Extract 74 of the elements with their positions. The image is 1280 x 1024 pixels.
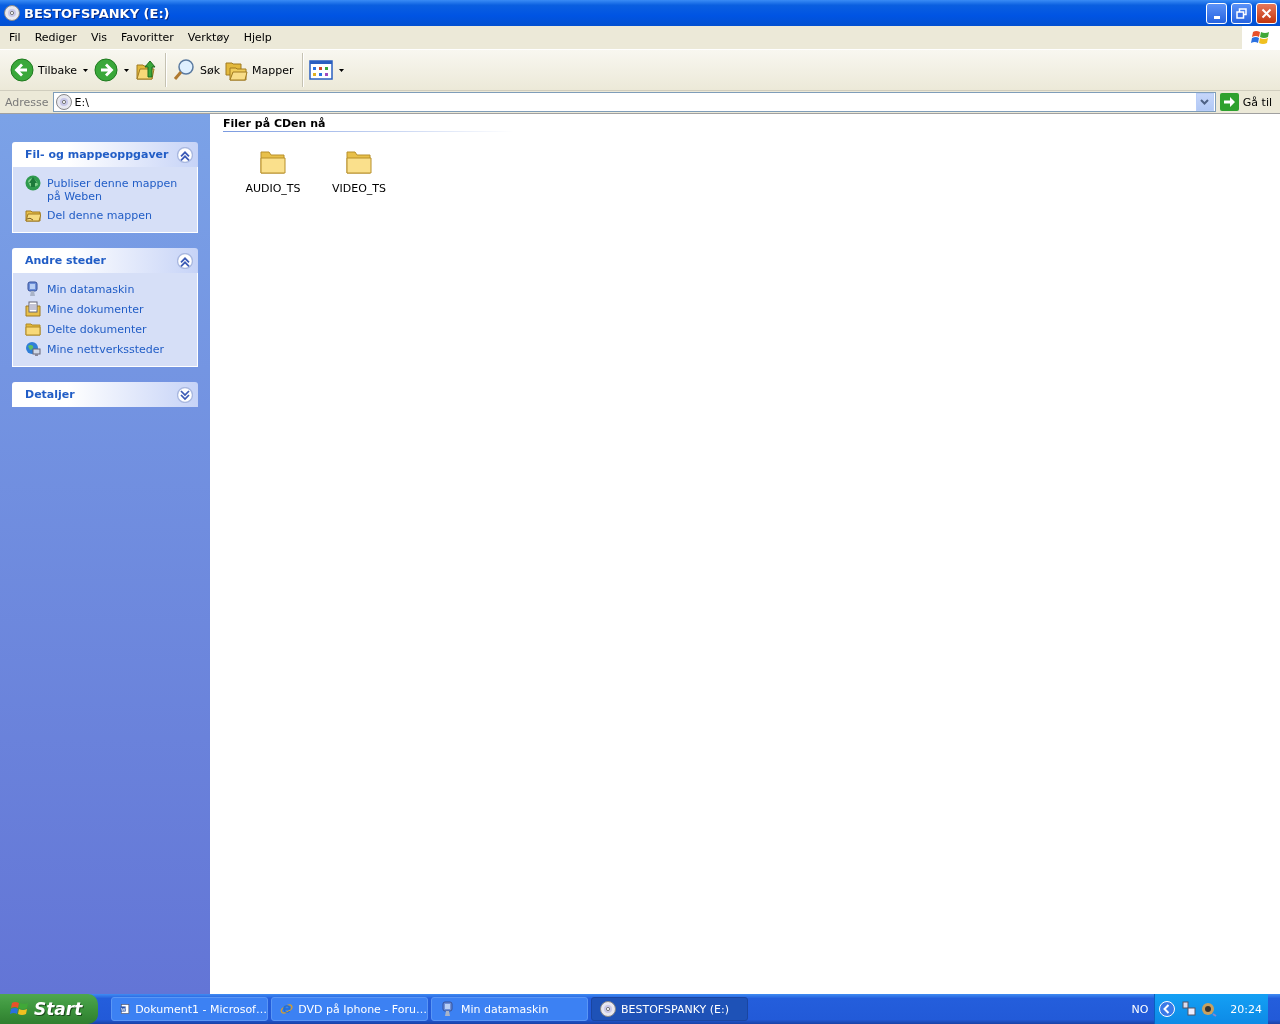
restore-button[interactable] — [1231, 2, 1252, 24]
task-link[interactable]: Mine dokumenter — [47, 301, 144, 316]
cd-icon — [600, 1001, 616, 1017]
menu-item[interactable]: Fil — [2, 31, 28, 44]
caret-icon[interactable] — [82, 68, 88, 72]
windows-flag-icon — [1251, 28, 1271, 47]
menu-item[interactable]: Rediger — [27, 31, 84, 44]
folders-icon — [224, 59, 249, 81]
taskbar-button[interactable]: DVD på Iphone - Foru… — [271, 997, 428, 1021]
close-button[interactable] — [1256, 2, 1277, 24]
collapse-icon[interactable] — [177, 252, 193, 269]
taskbar-button[interactable]: Dokument1 - Microsof… — [111, 997, 268, 1021]
language-indicator[interactable]: NO — [1131, 1002, 1149, 1016]
search-button[interactable]: Søk — [169, 56, 223, 84]
group-heading: Filer på CDen nå — [223, 117, 326, 130]
panel-header[interactable]: Andre steder — [12, 248, 198, 273]
menu-item[interactable]: Verktøy — [180, 31, 237, 44]
arrow-right-icon — [93, 58, 118, 82]
folder-up-icon — [134, 59, 157, 81]
task-link[interactable]: Min datamaskin — [47, 281, 135, 296]
taskbar-button[interactable]: Min datamaskin — [431, 997, 588, 1021]
collapse-icon[interactable] — [177, 146, 193, 163]
caret-icon[interactable] — [123, 68, 129, 72]
folder-icon — [25, 321, 41, 337]
close-icon — [1261, 7, 1272, 19]
views-icon — [308, 60, 333, 80]
windows-flag-icon — [10, 1000, 30, 1018]
menu-item[interactable]: Vis — [83, 31, 114, 44]
panel-title: Andre steder — [25, 254, 106, 267]
network-tray-icon[interactable] — [1180, 1001, 1197, 1017]
views-button[interactable] — [306, 58, 335, 82]
task-link[interactable]: Publiser denne mappen på Weben — [47, 175, 187, 203]
word-icon — [120, 1001, 131, 1017]
back-button[interactable]: Tilbake — [8, 56, 79, 84]
panel-header[interactable]: Fil- og mappeoppgaver — [12, 142, 198, 167]
restore-icon — [1236, 7, 1247, 19]
menu-item[interactable]: Favoritter — [113, 31, 181, 44]
task-link[interactable]: Del denne mappen — [47, 207, 152, 222]
cd-icon — [55, 94, 72, 110]
task-link[interactable]: Mine nettverkssteder — [47, 341, 165, 356]
clock: 20:24 — [1230, 1002, 1262, 1016]
go-button[interactable]: Gå til — [1219, 93, 1280, 111]
folder-name[interactable]: AUDIO_TS — [245, 182, 301, 195]
folders-button[interactable]: Mapper — [222, 57, 296, 83]
folder-name[interactable]: VIDEO_TS — [331, 182, 387, 195]
dropdown-button[interactable] — [1195, 93, 1214, 111]
forward-button[interactable] — [91, 56, 120, 84]
globe-icon — [25, 175, 41, 191]
cd-icon — [4, 5, 20, 21]
panel-title: Detaljer — [25, 388, 75, 401]
computer-icon — [25, 281, 41, 297]
share-icon — [25, 207, 41, 223]
address-label: Adresse — [5, 95, 49, 109]
chevron-left-icon[interactable] — [1159, 1001, 1176, 1017]
task-link[interactable]: Delte dokumenter — [47, 321, 147, 336]
computer-icon — [440, 1001, 456, 1017]
search-icon — [171, 58, 196, 82]
window-title: BESTOFSPANKY (E:) — [24, 5, 171, 21]
panel-title: Fil- og mappeoppgaver — [25, 148, 169, 161]
network-icon — [25, 341, 41, 357]
minimize-icon — [1213, 15, 1220, 19]
panel-header[interactable]: Detaljer — [12, 382, 198, 407]
expand-icon[interactable] — [177, 386, 193, 403]
documents-icon — [25, 301, 41, 317]
minimize-button[interactable] — [1206, 2, 1227, 24]
start-button[interactable]: Start — [0, 994, 98, 1024]
arrow-left-icon — [10, 58, 34, 82]
address-field[interactable]: E:\ — [52, 92, 1216, 112]
taskbar-button[interactable]: BESTOFSPANKY (E:) — [591, 997, 748, 1021]
arrow-right-icon — [1219, 93, 1239, 111]
caret-icon[interactable] — [338, 68, 344, 72]
menu-item[interactable]: Hjelp — [236, 31, 279, 44]
chevron-down-icon — [1200, 99, 1210, 105]
speaker-icon[interactable] — [1201, 1001, 1218, 1017]
